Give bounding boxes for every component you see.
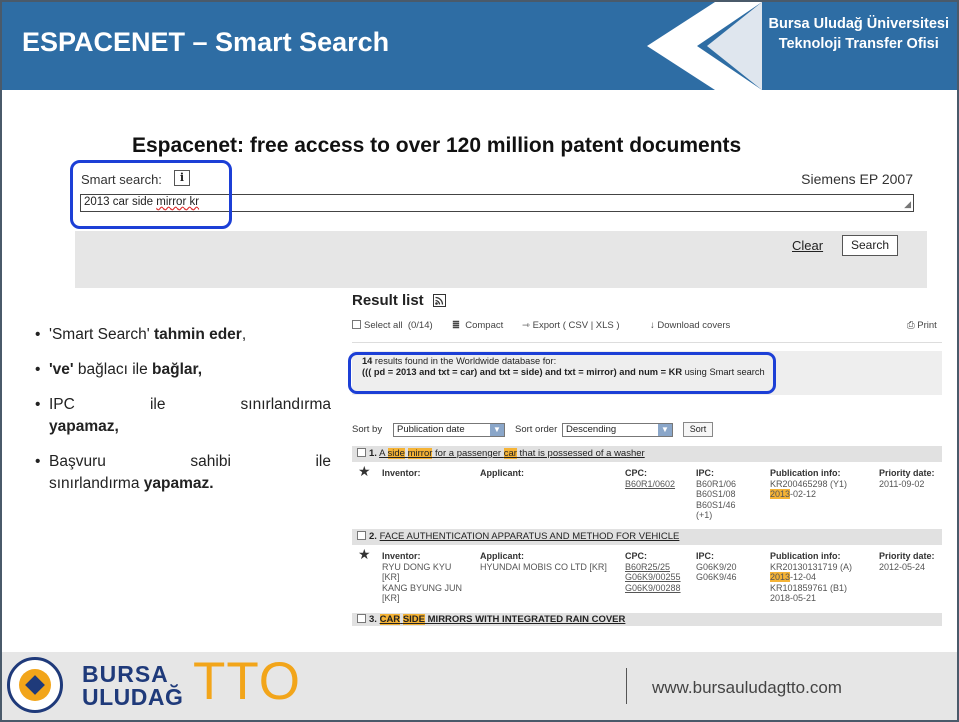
compact-button[interactable]: ≣ Compact	[452, 320, 503, 331]
result-title-link[interactable]: FACE AUTHENTICATION APPARATUS AND METHOD…	[380, 531, 680, 542]
result-toolbar: Select all (0/14) ≣ Compact ⇾ Export ( C…	[352, 318, 942, 336]
result-checkbox[interactable]	[357, 531, 366, 540]
header-bar: ESPACENET – Smart Search Bursa Uludağ Ün…	[2, 2, 957, 90]
select-all-checkbox[interactable]: Select all (0/14)	[352, 320, 433, 331]
divider	[352, 342, 942, 343]
result-title-link[interactable]: CAR SIDE MIRRORS WITH INTEGRATED RAIN CO…	[379, 614, 625, 625]
download-covers-button[interactable]: ↓ Download covers	[650, 320, 730, 331]
footer-url: www.bursauludagtto.com	[652, 678, 842, 697]
printer-icon: ⎙	[907, 320, 915, 331]
university-seal-icon	[7, 657, 63, 713]
search-button[interactable]: Search	[842, 235, 898, 256]
logo-text-bursa: BURSA	[82, 661, 169, 687]
result-row-header[interactable]: 3. CAR SIDE MIRRORS WITH INTEGRATED RAIN…	[352, 613, 942, 626]
result-checkbox[interactable]	[357, 614, 366, 623]
star-icon[interactable]: ★	[358, 464, 371, 477]
chevron-arrow-icon	[647, 2, 762, 90]
slide: ESPACENET – Smart Search Bursa Uludağ Ün…	[0, 0, 959, 722]
search-example: Siemens EP 2007	[801, 171, 913, 187]
sort-button[interactable]: Sort	[683, 422, 713, 437]
clear-link[interactable]: Clear	[792, 238, 823, 253]
result-row-header[interactable]: 1. A side mirror for a passenger car tha…	[352, 446, 942, 462]
result-list-title: Result list	[352, 292, 424, 309]
result-row-body: ★ Inventor: RYU DONG KYU [KR] KANG BYUNG JU…	[358, 546, 935, 603]
bullet-item: 've' bağlacı ile bağlar,	[35, 359, 331, 381]
dropdown-arrow-icon: ▼	[490, 424, 504, 436]
result-row-header[interactable]: 2. FACE AUTHENTICATION APPARATUS AND MET…	[352, 529, 942, 545]
dropdown-arrow-icon: ▼	[658, 424, 672, 436]
compact-icon: ≣	[452, 320, 460, 331]
highlight-box-search	[70, 160, 232, 229]
print-button[interactable]: ⎙ Print	[907, 320, 937, 331]
espacenet-title: Espacenet: free access to over 120 milli…	[132, 134, 742, 157]
star-icon[interactable]: ★	[358, 547, 371, 560]
rss-icon[interactable]	[433, 294, 446, 307]
result-row-body: ★ Inventor: Applicant: CPC: B60R1/0602 IP…	[358, 463, 935, 520]
sort-order-select[interactable]: Descending ▼	[562, 423, 673, 437]
bullet-item: 'Smart Search' tahmin eder,	[35, 324, 331, 346]
export-icon: ⇾	[522, 320, 530, 331]
sort-by-select[interactable]: Publication date ▼	[393, 423, 505, 437]
highlight-box-results	[348, 352, 776, 394]
bullet-item: IPCilesınırlandırma yapamaz,	[35, 394, 331, 438]
export-button[interactable]: ⇾ Export ( CSV | XLS )	[522, 320, 620, 331]
resize-handle-icon[interactable]: ◢	[904, 199, 911, 210]
result-checkbox[interactable]	[357, 448, 366, 457]
logo-text-tto: TTO	[193, 652, 302, 711]
footer-divider	[626, 668, 627, 704]
result-title-link[interactable]: A side mirror for a passenger car that i…	[379, 448, 645, 459]
logo-text-uludag: ULUDAĞ	[82, 684, 184, 710]
download-icon: ↓	[650, 320, 655, 331]
bullet-item: Başvurusahibiile sınırlandırma yapamaz.	[35, 451, 331, 495]
bullet-list: 'Smart Search' tahmin eder, 've' bağlacı…	[35, 324, 331, 508]
slide-title: ESPACENET – Smart Search	[22, 27, 390, 57]
org-name: Bursa Uludağ Üniversitesi Teknoloji Tran…	[768, 16, 950, 52]
